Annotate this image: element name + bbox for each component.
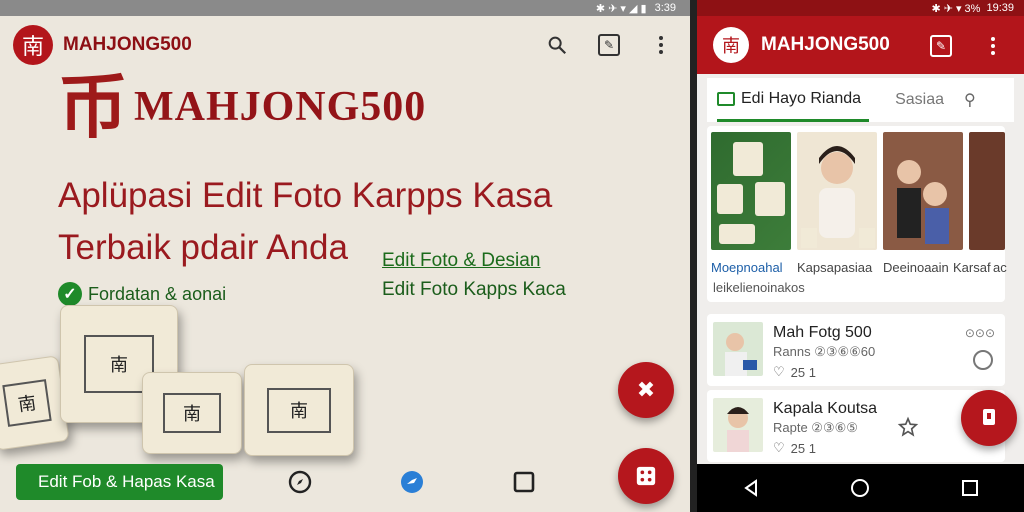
list-thumbnail [713,322,763,376]
heart-icon: ♡ [773,364,785,379]
edit-foto-subtitle: Edit Foto Kapps Kaca [382,279,566,300]
thumbnail-label: ac [993,260,1007,275]
back-icon[interactable] [741,478,761,498]
thumbnail-label: Karsaf [953,260,991,275]
thumbnail[interactable] [969,132,1005,250]
gallery-icon [717,91,735,106]
tools-fab[interactable]: ✖ [618,362,674,418]
more-vert-icon[interactable] [980,33,1006,59]
dice-fab[interactable] [618,448,674,504]
tab-edit-label: Edi Hayo Rianda [741,89,862,107]
feature-label: Fordatan & aonai [88,283,227,304]
edit-hapus-button[interactable]: Edit Fob & Hapas Kasa [16,464,223,500]
thumbnail[interactable] [711,132,791,250]
list-meta: ♡ 25 1 [773,364,816,380]
list-thumbnail [713,398,763,452]
status-bar: ✱ ✈ ▾ ◢ ▮ 3:39 [0,0,690,16]
edit-icon[interactable]: ✎ [928,33,954,59]
app-logo: 南 [13,25,53,65]
check-icon: ✓ [58,282,82,306]
app-bar: 南 MAHJONG500 ✎ [697,16,1024,74]
edit-icon[interactable]: ✎ [596,32,622,58]
toolbar-actions: ✎ [928,33,1006,59]
list-meta-value: 25 1 [790,364,816,380]
feature-check: ✓ Fordatan & aonai [58,282,226,306]
bottom-bar: Edit Fob & Hapas Kasa [0,448,690,512]
radio-icon[interactable] [973,350,993,370]
status-bar: ✱ ✈ ▾ 3% 19:39 [697,0,1024,16]
hero-logo-glyph: 币 [58,65,128,148]
card-subtitle: leikelienoinakos [713,280,805,295]
gallery-card: Moepnoahal Kapsapasiaa Deeinoaain Karsaf… [707,126,1007,302]
mahjong-tile: 南 [142,372,242,454]
tools-icon: ✖ [636,377,656,402]
status-icons: ✱ ✈ ▾ ◢ ▮ [595,2,647,15]
tab-edit[interactable]: Edi Hayo Rianda [717,78,870,122]
tab-search-icon[interactable]: ⚲ [964,90,976,110]
edit-foto-link[interactable]: Edit Foto & Desian [382,250,540,272]
status-time: 3:39 [654,2,676,14]
screen: ✱ ✈ ▾ ◢ ▮ 3:39 南 MAHJONG500 ✎ 币 MAHJONG5… [0,0,1024,512]
list-title: Kapala Koutsa [773,400,878,417]
list-title: Mah Fotg 500 [773,324,872,341]
hero-brand: 币 MAHJONG500 [58,72,426,142]
compass-icon[interactable] [288,470,312,494]
more-vert-icon[interactable] [648,32,674,58]
list-meta: ♡ 25 1 [773,440,816,456]
left-tablet-screen: ✱ ✈ ▾ ◢ ▮ 3:39 南 MAHJONG500 ✎ 币 MAHJONG5… [0,0,690,512]
list-subtitle: Rapte ②③⑥⑤ [773,420,858,435]
list-subtitle: Ranns ②③⑥⑥60 [773,344,876,359]
headline-line-1: Aplüpasi Edit Foto Karpps Kasa [58,176,553,215]
share-icon[interactable] [400,470,424,494]
list-item[interactable]: Kapala Koutsa Rapte ②③⑥⑤ ♡ 25 1 ⊙⊙⊙ [707,390,1005,462]
device-divider [690,0,697,512]
toolbar-actions: ✎ [544,32,674,58]
square-icon[interactable] [512,470,536,494]
app-logo: 南 [713,27,749,63]
right-phone-screen: ✱ ✈ ▾ 3% 19:39 南 MAHJONG500 ✎ Edi Hayo R… [697,0,1024,512]
share-fab[interactable] [961,390,1017,446]
status-time: 19:39 [986,2,1014,14]
list-item[interactable]: Mah Fotg 500 Ranns ②③⑥⑥60 ♡ 25 1 ⊙⊙⊙ [707,314,1005,386]
mahjong-tile: 南 [244,364,354,456]
search-icon[interactable] [544,32,570,58]
app-title: MAHJONG500 [63,34,192,55]
star-icon[interactable] [897,416,919,438]
recent-icon[interactable] [960,478,980,498]
thumbnail-label: Moepnoahal [711,260,783,275]
tab-bar: Edi Hayo Rianda Sasiaa ⚲ [707,78,1014,122]
system-nav-bar [697,464,1024,512]
tab-other[interactable]: Sasiaa [895,91,944,109]
share-icon [983,409,995,425]
heart-icon: ♡ [773,440,785,455]
list-meta-value: 25 1 [790,440,816,456]
thumbnail-label: Deeinoaain [883,260,949,275]
home-icon[interactable] [849,477,871,499]
thumbnail[interactable] [797,132,877,250]
list-options[interactable]: ⊙⊙⊙ [965,326,995,340]
hero-brand-text: MAHJONG500 [134,84,427,130]
thumbnail-label: Kapsapasiaa [797,260,873,275]
app-title: MAHJONG500 [761,34,890,55]
dice-icon [636,466,656,486]
thumbnail[interactable] [883,132,963,250]
status-icons: ✱ ✈ ▾ 3% [931,2,981,15]
